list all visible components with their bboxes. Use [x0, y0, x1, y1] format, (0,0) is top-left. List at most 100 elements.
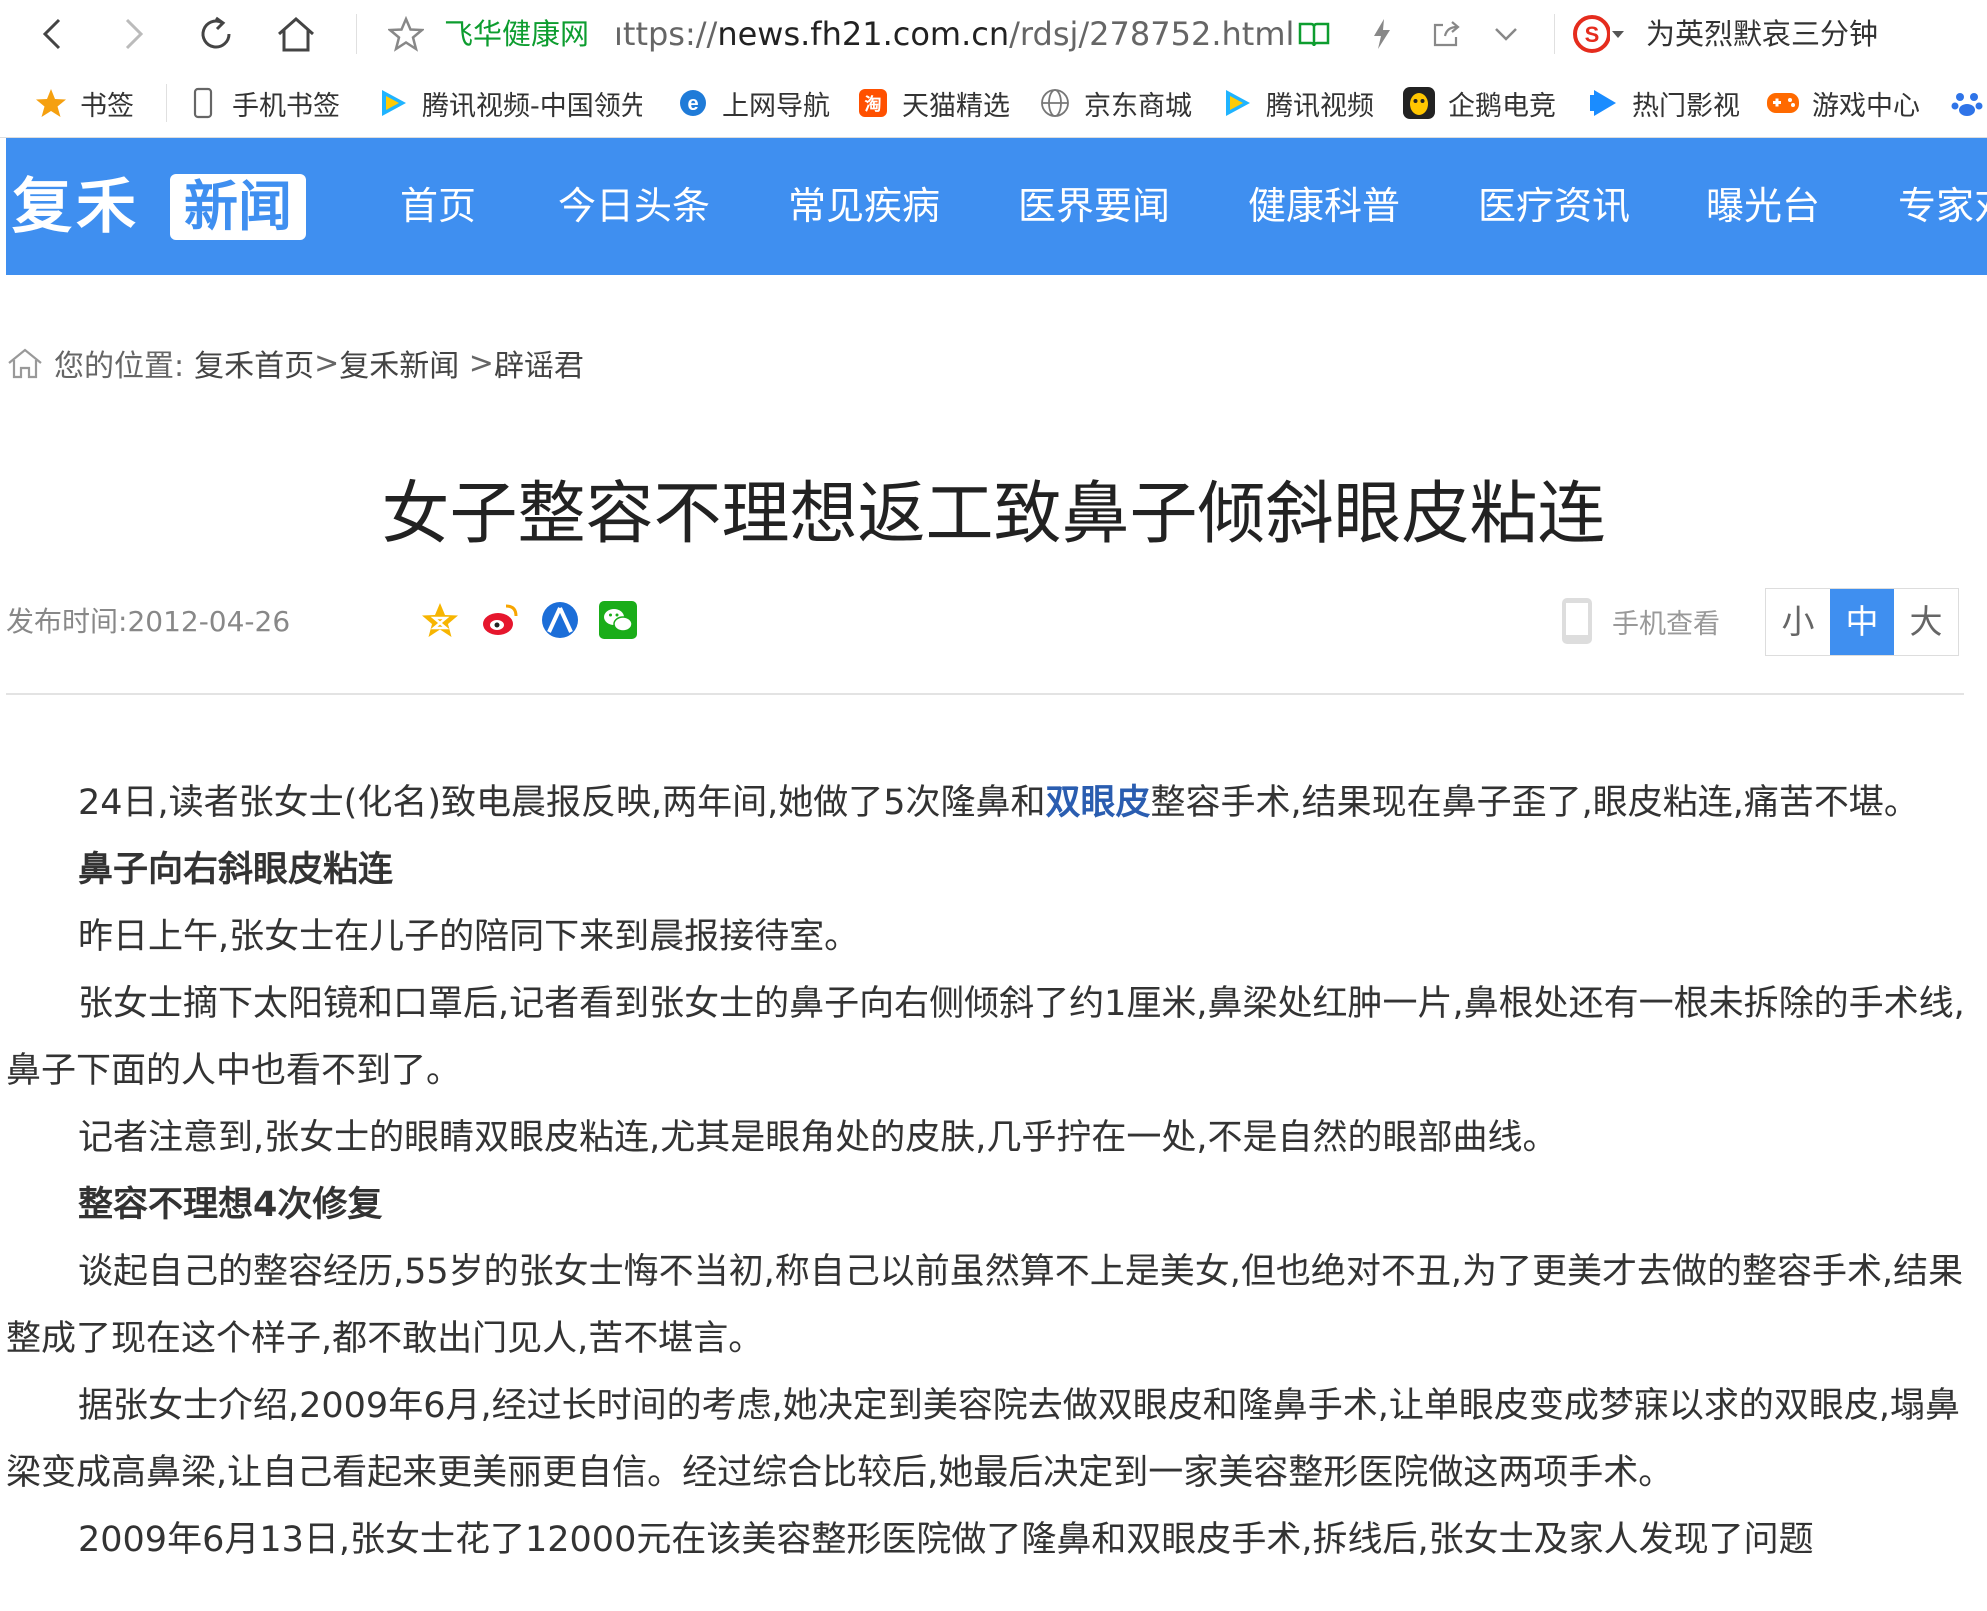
nav-item-exposure[interactable]: 曝光台: [1706, 176, 1820, 236]
share-button[interactable]: [1424, 12, 1468, 56]
qzone-star-icon: [422, 603, 458, 637]
wechat-icon: [599, 601, 637, 639]
tmall-icon: 淘: [856, 86, 890, 120]
share-icon: [1433, 21, 1460, 47]
nav-item-medical-news[interactable]: 医界要闻: [1018, 176, 1170, 236]
bookmark-label: 天猫精选: [902, 90, 1010, 122]
mobile-view-button[interactable]: 手机查看: [1560, 592, 1720, 650]
home-icon: [8, 348, 42, 379]
divider: [6, 693, 1964, 695]
reload-icon: [201, 16, 231, 49]
share-qzone-button[interactable]: [418, 598, 462, 642]
breadcrumb-home[interactable]: 复禾首页: [194, 341, 314, 385]
url-scheme: ıttps://: [614, 15, 718, 53]
bookmark-item[interactable]: 游戏中心: [1766, 80, 1920, 126]
reader-mode-button[interactable]: [1292, 12, 1336, 56]
nav-item-diseases[interactable]: 常见疾病: [788, 176, 940, 236]
bookmark-label: 手机书签: [232, 90, 340, 122]
chevron-down-icon: [1495, 28, 1517, 41]
star-icon: [34, 86, 68, 120]
nav-item-experts[interactable]: 专家对: [1898, 176, 1987, 236]
reload-button[interactable]: [190, 8, 242, 60]
sogou-icon: S: [1573, 15, 1611, 53]
breadcrumb: 您的位置: 复禾首页 > 复禾新闻 > 辟谣君: [6, 340, 584, 386]
address-bar[interactable]: ıttps://news.fh21.com.cn/rdsj/278752.htm…: [614, 14, 1294, 54]
browser-toolbar: 飞华健康网 ıttps://news.fh21.com.cn/rdsj/2787…: [0, 0, 1987, 71]
font-size-small[interactable]: 小: [1766, 589, 1830, 655]
phone-icon: [1562, 598, 1592, 644]
back-button[interactable]: [26, 8, 78, 60]
article-title: 女子整容不理想返工致鼻子倾斜眼皮粘连: [381, 475, 1606, 554]
svg-text:淘: 淘: [865, 94, 882, 115]
font-size-medium[interactable]: 中: [1830, 589, 1894, 655]
publish-time: 发布时间:2012-04-26: [6, 600, 290, 644]
bookmark-item[interactable]: 京东商城: [1038, 80, 1192, 126]
ie-icon: e: [676, 86, 710, 120]
breadcrumb-prefix: 您的位置:: [54, 349, 185, 384]
paragraph: 据张女士介绍,2009年6月,经过长时间的考虑,她决定到美容院去做双眼皮和隆鼻手…: [6, 1386, 1960, 1493]
site-nav-bar: 复禾 新闻 首页 今日头条 常见疾病 医界要闻 健康科普 医疗资讯 曝光台 专家…: [6, 138, 1987, 275]
paragraph: 昨日上午,张女士在儿子的陪同下来到晨报接待室。: [78, 917, 860, 957]
bookmark-item[interactable]: e 上网导航: [676, 80, 830, 126]
chevron-left-icon: [42, 18, 61, 50]
dropdown-button[interactable]: [1484, 12, 1528, 56]
paragraph: 谈起自己的整容经历,55岁的张女士悔不当初,称自己以前虽然算不上是美女,但也绝对…: [6, 1252, 1964, 1359]
bookmark-label: 腾讯视频: [1266, 90, 1374, 122]
font-size-switcher: 小 中 大: [1765, 588, 1959, 656]
nav-item-health-science[interactable]: 健康科普: [1248, 176, 1400, 236]
bookmark-label: 游戏中心: [1812, 90, 1920, 122]
renren-icon: [542, 602, 578, 638]
bookmark-item[interactable]: 热门影视: [1586, 80, 1740, 126]
penguin-icon: [1402, 86, 1436, 120]
bookmark-item[interactable]: 企鹅电竞: [1402, 80, 1556, 126]
bookmark-item[interactable]: 书签: [34, 80, 134, 126]
svg-text:e: e: [687, 93, 698, 115]
share-renren-button[interactable]: [538, 598, 582, 642]
paragraph: 2009年6月13日,张女士花了12000元在该美容整形医院做了隆鼻和双眼皮手术…: [78, 1520, 1814, 1560]
bookmark-label: 京东商城: [1084, 90, 1192, 122]
article-body: 24日,读者张女士(化名)致电晨报反映,两年间,她做了5次隆鼻和双眼皮整容手术,…: [6, 770, 1966, 1574]
paragraph: 张女士摘下太阳镜和口罩后,记者看到张女士的鼻子向右侧倾斜了约1厘米,鼻梁处红肿一…: [6, 984, 1965, 1091]
bookmark-item[interactable]: 淘 天猫精选: [856, 80, 1010, 126]
book-icon: [1298, 22, 1330, 47]
bookmark-item[interactable]: 手机书签: [186, 80, 340, 126]
search-suggestion[interactable]: 为英烈默哀三分钟: [1646, 14, 1878, 54]
toolbar-divider: [356, 14, 357, 54]
search-engine-selector[interactable]: S: [1572, 10, 1624, 58]
breadcrumb-news[interactable]: 复禾新闻: [339, 341, 459, 385]
bookmark-item[interactable]: 腾讯视频: [1220, 80, 1374, 126]
nav-item-home[interactable]: 首页: [400, 176, 476, 236]
share-wechat-button[interactable]: [596, 598, 640, 642]
nav-item-medical-info[interactable]: 医疗资讯: [1478, 176, 1630, 236]
nav-item-headlines[interactable]: 今日头条: [558, 176, 710, 236]
phone-icon: [186, 86, 220, 120]
weibo-icon: [483, 604, 518, 635]
logo-text: 复禾: [12, 172, 140, 242]
breadcrumb-separator: >: [314, 345, 340, 381]
section-heading: 整容不理想4次修复: [78, 1185, 383, 1225]
tencent-video-icon: [1220, 86, 1254, 120]
breadcrumb-separator: >: [459, 345, 494, 381]
bookmark-item[interactable]: 腾讯视频-中国领先: [376, 80, 642, 126]
paragraph-text: 整容手术,结果现在鼻子歪了,眼皮粘连,痛苦不堪。: [1150, 783, 1919, 823]
forward-button[interactable]: [108, 8, 160, 60]
bookmark-label: 热门影视: [1632, 90, 1740, 122]
paragraph-text: 24日,读者张女士(化名)致电晨报反映,两年间,她做了5次隆鼻和: [78, 783, 1046, 823]
publish-date: 2012-04-26: [127, 605, 291, 638]
home-button[interactable]: [270, 8, 322, 60]
url-path: /rdsj/278752.html: [1009, 15, 1295, 53]
bookmark-label: 上网导航: [722, 90, 830, 122]
site-logo[interactable]: 复禾 新闻: [12, 168, 306, 246]
font-size-large[interactable]: 大: [1894, 589, 1958, 655]
keyword-link[interactable]: 双眼皮: [1046, 783, 1151, 823]
bookmark-overflow[interactable]: [1950, 80, 1987, 126]
paw-icon: [1950, 86, 1984, 120]
mobile-view-label: 手机查看: [1612, 608, 1720, 640]
bookmark-label: 企鹅电竞: [1448, 90, 1556, 122]
favorite-button[interactable]: [380, 8, 432, 60]
breadcrumb-current[interactable]: 辟谣君: [494, 341, 584, 385]
star-outline-icon: [388, 16, 424, 52]
caret-down-icon: [1612, 31, 1624, 38]
speed-mode-button[interactable]: [1360, 12, 1404, 56]
share-weibo-button[interactable]: [478, 598, 522, 642]
